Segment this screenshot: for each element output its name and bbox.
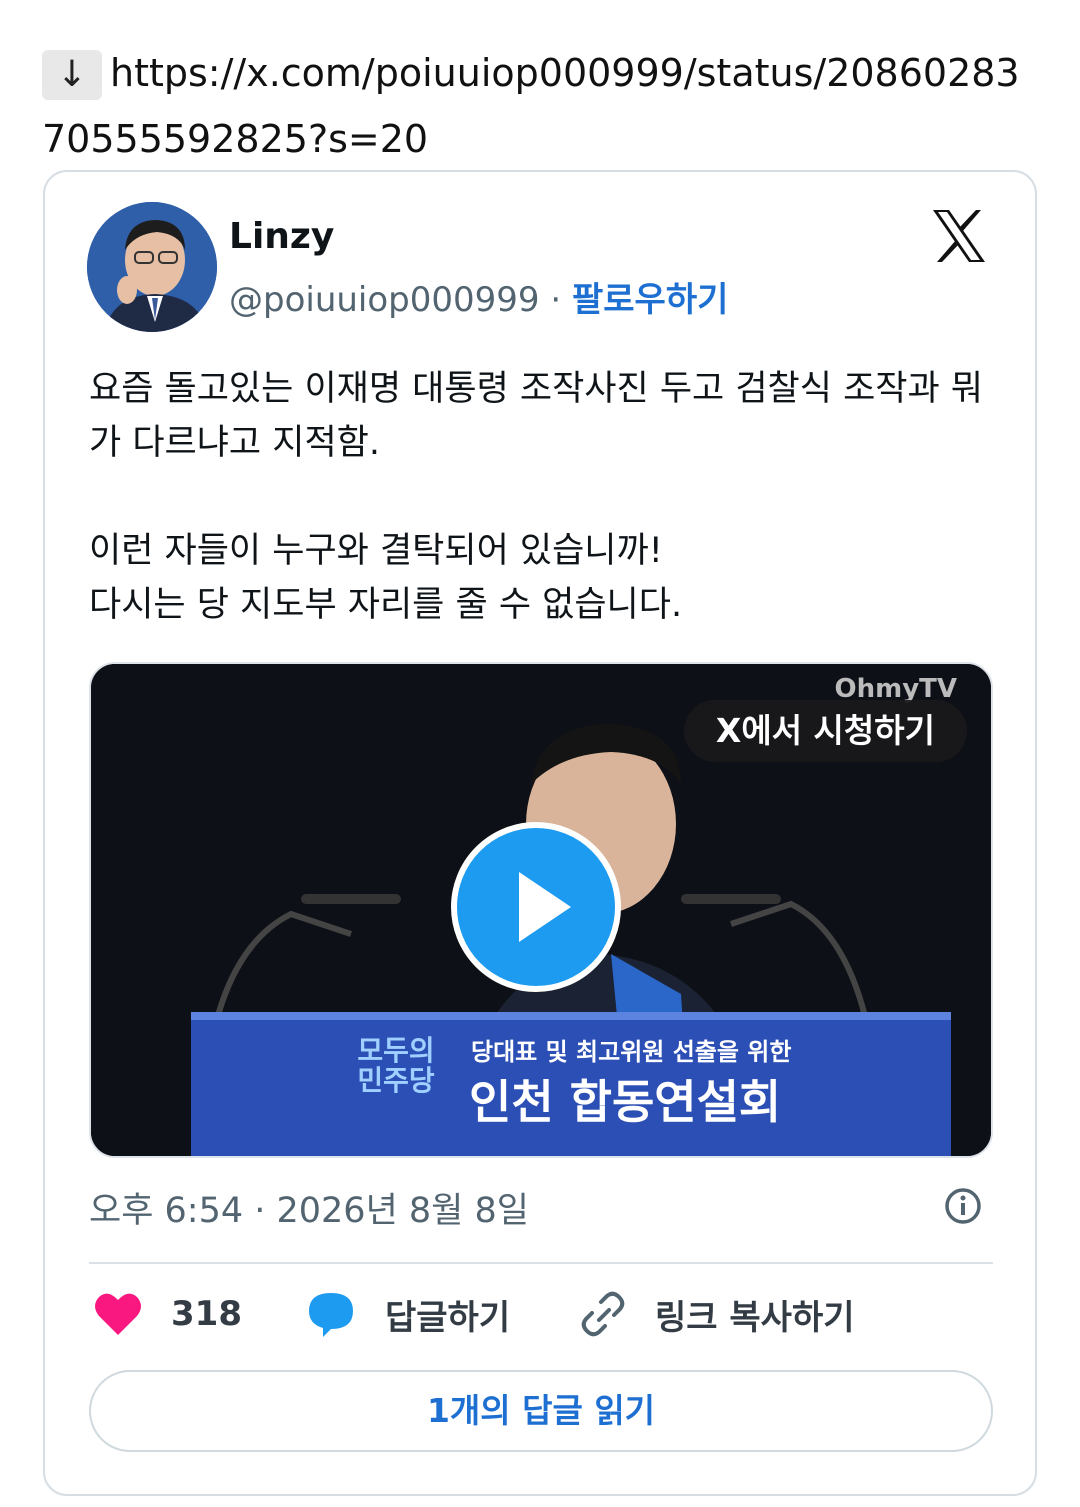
tweet-url[interactable]: https://x.com/poiuuiop000999/status/2086…	[42, 51, 1020, 161]
down-arrow-icon: ↓	[42, 50, 102, 100]
info-icon[interactable]	[943, 1186, 983, 1226]
follow-button[interactable]: 팔로우하기	[572, 280, 728, 320]
play-button[interactable]	[451, 822, 621, 992]
separator-dot: ·	[550, 280, 562, 320]
video-player[interactable]: OhmyTV 모두의 민주당 당대표 및 최고위원 선출을 위한 인천 합동연설…	[89, 662, 993, 1158]
copy-link-label: 링크 복사하기	[655, 1297, 855, 1338]
tweet-timestamp[interactable]: 오후 6:54 · 2026년 8월 8일	[89, 1182, 529, 1233]
tweet-text: 요즘 돌고있는 이재명 대통령 조작사진 두고 검찰식 조작과 뭐가 다르냐고 …	[89, 369, 984, 625]
banner-subtitle: 당대표 및 최고위원 선출을 위한	[471, 1038, 792, 1066]
avatar[interactable]	[87, 202, 217, 332]
like-button[interactable]: 318	[93, 1284, 242, 1344]
author-handle-row: @poiuuiop000999 · 팔로우하기	[229, 272, 728, 321]
divider	[89, 1262, 993, 1264]
reply-button[interactable]: 답글하기	[305, 1284, 510, 1344]
copy-link-button[interactable]: 링크 복사하기	[579, 1284, 855, 1344]
tweet-link[interactable]: ↓ https://x.com/poiuuiop000999/status/208…	[42, 40, 1042, 172]
tweet-embed-card: Linzy @poiuuiop000999 · 팔로우하기 요즘 돌고있는 이재…	[43, 170, 1037, 1496]
like-count: 318	[171, 1294, 242, 1334]
banner-logo-line2: 민주당	[357, 1064, 435, 1097]
banner-logo-line1: 모두의	[357, 1034, 435, 1067]
heart-icon	[95, 1293, 141, 1335]
banner-title: 인천 합동연설회	[469, 1075, 782, 1129]
link-icon	[581, 1291, 625, 1337]
watch-on-x-button[interactable]: X에서 시청하기	[683, 700, 967, 762]
x-logo-icon[interactable]	[929, 206, 989, 266]
play-icon	[519, 872, 571, 942]
banner-logo: 모두의 민주당	[341, 1036, 451, 1096]
author-handle[interactable]: @poiuuiop000999	[229, 280, 540, 320]
author-name[interactable]: Linzy	[229, 216, 334, 257]
read-replies-button[interactable]: 1개의 답글 읽기	[89, 1370, 993, 1452]
reply-label: 답글하기	[385, 1297, 511, 1338]
reply-bubble-icon	[309, 1293, 353, 1337]
